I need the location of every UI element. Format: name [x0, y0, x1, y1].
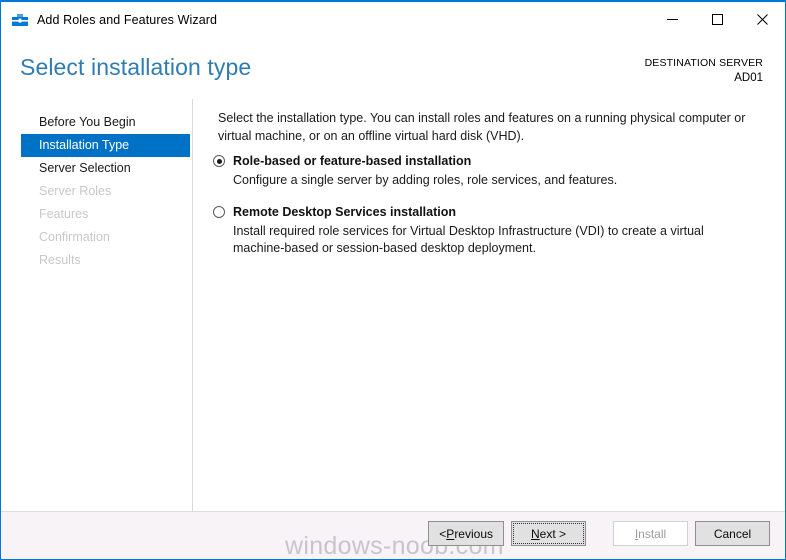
window-title: Add Roles and Features Wizard: [37, 12, 218, 27]
next-button[interactable]: Next >: [511, 521, 586, 546]
instruction-text: Select the installation type. You can in…: [218, 111, 746, 143]
radio-remote-desktop-services-installation[interactable]: [213, 205, 225, 218]
wizard-footer: windows-noob.com < Previous Next > Insta…: [1, 511, 785, 559]
add-roles-and-features-wizard-window: Add Roles and Features Wizard Select ins…: [0, 0, 786, 560]
page-header: Select installation type DESTINATION SER…: [1, 37, 785, 99]
sidebar-item-before-you-begin[interactable]: Before You Begin: [21, 111, 190, 134]
wizard-content-pane: Select the installation type. You can in…: [194, 99, 785, 512]
install-button: Install: [613, 521, 688, 546]
sidebar-item-server-roles: Server Roles: [39, 184, 112, 198]
option-role-based-label[interactable]: Role-based or feature-based installation: [233, 153, 758, 169]
sidebar-item-confirmation: Confirmation: [39, 230, 110, 244]
option-remote-desktop-label[interactable]: Remote Desktop Services installation: [233, 204, 758, 220]
previous-button[interactable]: < Previous: [428, 521, 504, 546]
sidebar-item-installation-type[interactable]: Installation Type: [21, 134, 190, 157]
maximize-icon[interactable]: [695, 2, 740, 36]
cancel-button[interactable]: Cancel: [695, 521, 770, 546]
title-bar: Add Roles and Features Wizard: [1, 2, 785, 37]
footer-button-row: < Previous Next > Install Cancel: [428, 521, 770, 546]
page-title: Select installation type: [20, 54, 252, 80]
destination-server-name: AD01: [734, 72, 763, 84]
sidebar-item-features: Features: [39, 207, 89, 221]
minimize-icon[interactable]: [650, 2, 695, 36]
option-role-based-installation[interactable]: Role-based or feature-based installation…: [213, 153, 758, 190]
option-remote-desktop-services-installation[interactable]: Remote Desktop Services installation Ins…: [213, 204, 758, 258]
roles-features-toolbox-icon: [11, 11, 29, 29]
destination-server-label: DESTINATION SERVER: [644, 57, 763, 69]
wizard-navigation-sidebar: Before You Begin Installation Type Serve…: [1, 99, 193, 512]
wizard-body: Before You Begin Installation Type Serve…: [1, 99, 785, 512]
sidebar-item-results: Results: [39, 253, 81, 267]
option-role-based-description: Configure a single server by adding role…: [233, 173, 618, 187]
destination-server-info: DESTINATION SERVER AD01: [645, 56, 763, 86]
option-remote-desktop-description: Install required role services for Virtu…: [233, 223, 704, 256]
window-controls: [650, 2, 785, 36]
radio-role-based-installation[interactable]: [213, 155, 225, 167]
installation-type-radio-group: Role-based or feature-based installation…: [213, 153, 758, 272]
sidebar-item-server-selection[interactable]: Server Selection: [21, 157, 190, 180]
close-icon[interactable]: [740, 2, 785, 36]
